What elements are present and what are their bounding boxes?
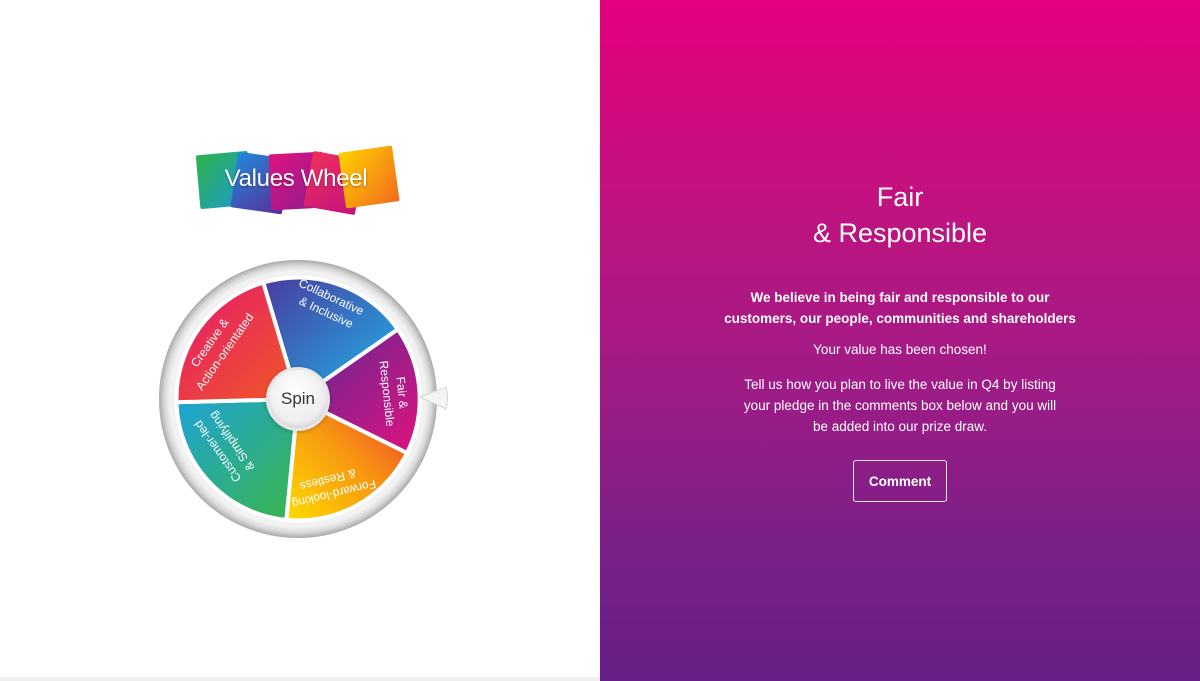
page: Values Wheel Collaborative & Inclusive F… (0, 0, 1200, 681)
logo-text: Values Wheel (224, 165, 368, 192)
instructions-line-3: be added into our prize draw. (812, 419, 988, 434)
left-panel: Values Wheel Collaborative & Inclusive F… (0, 0, 600, 681)
chosen-message: Your value has been chosen! (813, 342, 987, 357)
value-statement-line-2: customers, our people, communities and s… (724, 311, 1076, 326)
values-wheel[interactable]: Collaborative & Inclusive Fair & Respons… (158, 259, 438, 539)
pledge-instructions: Tell us how you plan to live the value i… (600, 374, 1200, 437)
value-statement-line-1: We believe in being fair and responsible… (750, 290, 1050, 305)
spin-button[interactable]: Spin (266, 367, 330, 431)
value-title-line-1: Fair (876, 182, 924, 212)
wheel-pointer-icon (418, 386, 448, 410)
values-wheel-logo: Values Wheel (195, 145, 406, 225)
value-statement: We believe in being fair and responsible… (600, 287, 1200, 329)
instructions-line-1: Tell us how you plan to live the value i… (744, 377, 1056, 392)
value-panel: Fair & Responsible We believe in being f… (600, 0, 1200, 681)
comment-button[interactable]: Comment (853, 460, 947, 502)
instructions-line-2: your pledge in the comments box below an… (743, 398, 1057, 413)
bottom-divider (0, 677, 600, 681)
value-title-line-2: & Responsible (812, 218, 988, 248)
